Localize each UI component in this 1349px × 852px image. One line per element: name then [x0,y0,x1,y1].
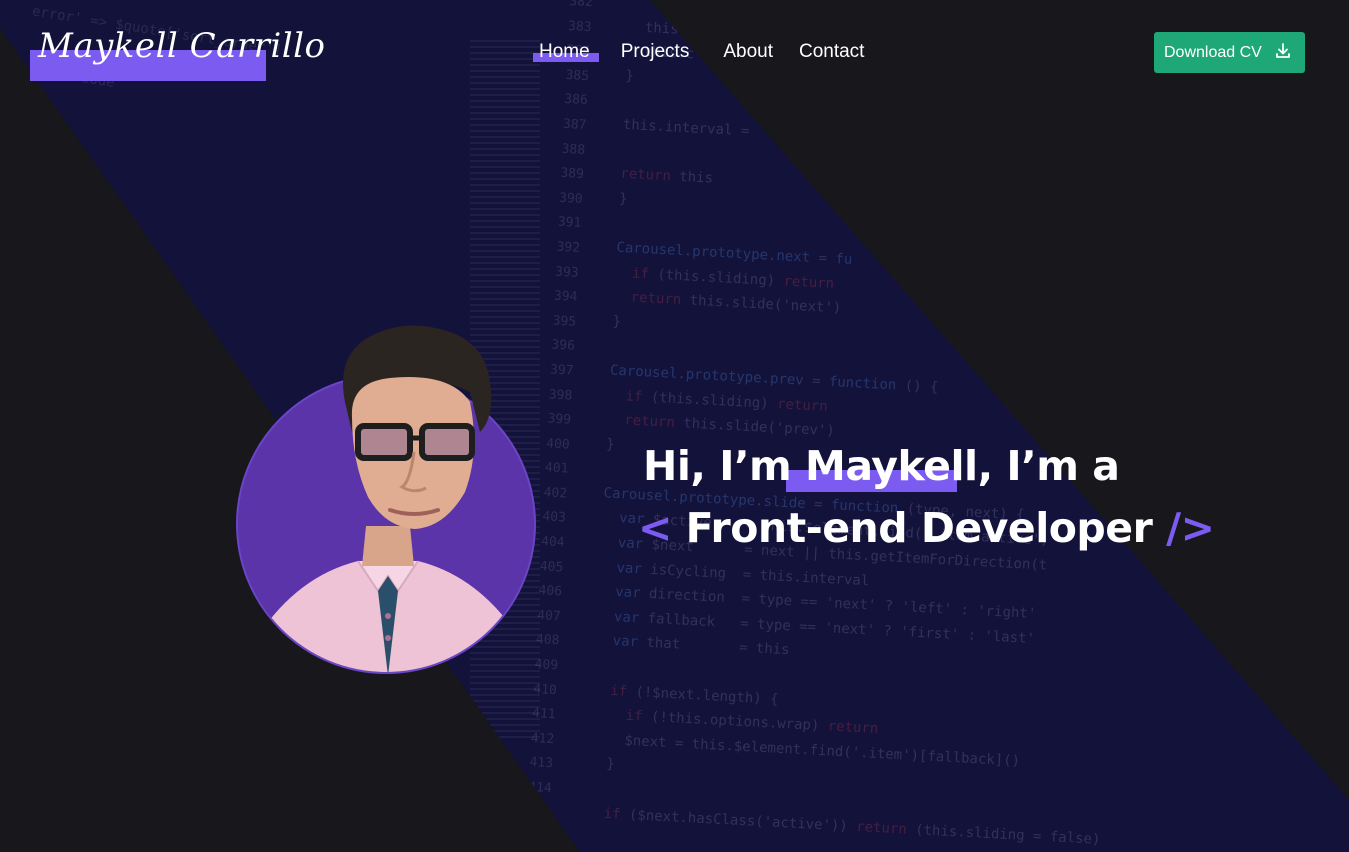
code-background: error' => $quote['sort_order'], // code … [0,0,1349,852]
download-cv-button[interactable]: Download CV [1154,32,1305,73]
hero-role: < Front-end Developer /> [638,504,1215,552]
nav-item-about[interactable]: About [723,41,773,63]
hero-suffix: , I’m a [977,442,1120,490]
avatar-head [330,322,500,674]
main-nav: Home Projects About Contact [539,41,864,63]
hero-prefix: Hi, I’m [643,442,806,490]
background-code: this.$ this.c } this.interval = return t… [585,0,1101,848]
hero-role-title: Front-end Developer [685,504,1153,552]
hero-name: Maykell [805,442,978,490]
hero-greeting: Hi, I’m Maykell, I’m a [643,442,1120,490]
nav-item-home[interactable]: Home [539,41,590,63]
download-cv-label: Download CV [1164,43,1262,61]
close-tag-glyph: /> [1166,504,1215,552]
open-tag-glyph: < [638,504,672,552]
download-icon [1274,42,1292,63]
nav-item-projects[interactable]: Projects [621,41,690,63]
site-logo[interactable]: Maykell Carrillo [38,26,325,66]
nav-item-contact[interactable]: Contact [799,41,864,63]
